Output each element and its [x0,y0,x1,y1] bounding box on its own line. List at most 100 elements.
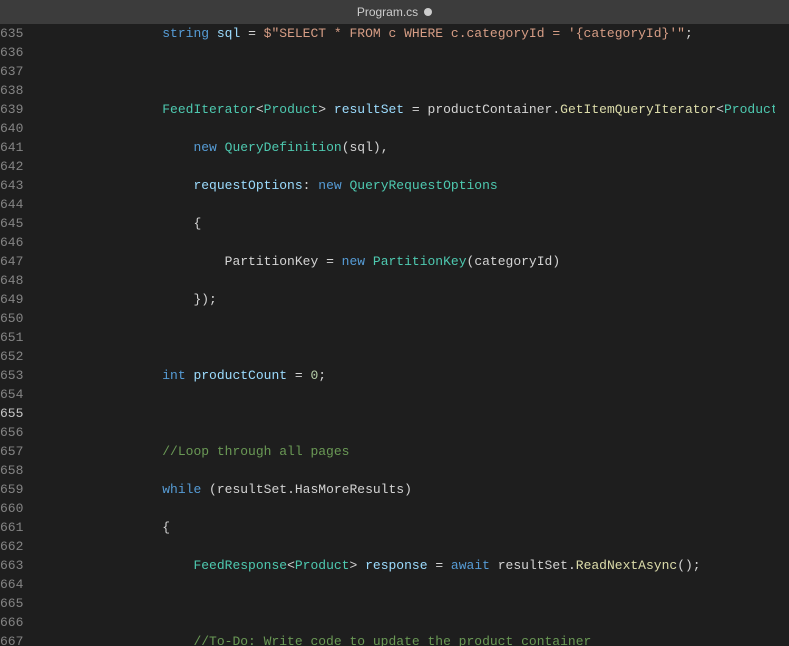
token-punc: > [349,558,365,573]
token-type: QueryDefinition [225,140,342,155]
line-number: 636 [0,43,23,62]
token-type: FeedResponse [193,558,287,573]
line-number: 657 [0,442,23,461]
editor[interactable]: 6356366376386396406416426436446456466476… [0,24,789,646]
code-line[interactable]: new QueryDefinition(sql), [37,138,789,157]
line-number: 650 [0,309,23,328]
vertical-scrollbar[interactable] [775,24,789,646]
line-number: 660 [0,499,23,518]
line-number: 644 [0,195,23,214]
token-punc: = [318,254,341,269]
code-line[interactable]: { [37,518,789,537]
line-number: 652 [0,347,23,366]
token-var: response [365,558,427,573]
code-line[interactable]: FeedIterator<Product> resultSet = produc… [37,100,789,119]
token-punc: ; [318,368,326,383]
line-number: 637 [0,62,23,81]
token-var: requestOptions [193,178,302,193]
code-line[interactable]: FeedResponse<Product> response = await r… [37,556,789,575]
token-punc: (); [677,558,700,573]
token-type: FeedIterator [162,102,256,117]
line-number: 654 [0,385,23,404]
code-line[interactable]: //To-Do: Write code to update the produc… [37,632,789,646]
code-line[interactable]: { [37,214,789,233]
line-number: 649 [0,290,23,309]
token-punc: = [428,558,451,573]
line-number: 653 [0,366,23,385]
token-punc: < [287,558,295,573]
token-prop: PartitionKey [225,254,319,269]
code-line[interactable]: //Loop through all pages [37,442,789,461]
token-var: sql [217,26,240,41]
line-number: 647 [0,252,23,271]
token-punc: (categoryId) [467,254,561,269]
token-kw: new [193,140,216,155]
token-punc: < [716,102,724,117]
token-punc: { [193,216,201,231]
line-number: 640 [0,119,23,138]
line-number: 659 [0,480,23,499]
token-punc: = [240,26,263,41]
code-line[interactable]: int productCount = 0; [37,366,789,385]
line-number: 648 [0,271,23,290]
tab-filename: Program.cs [357,5,418,19]
line-number: 658 [0,461,23,480]
token-cmt: //To-Do: Write code to update the produc… [193,634,591,646]
token-type: Product [724,102,779,117]
token-punc: { [162,520,170,535]
token-kw: while [162,482,201,497]
code-line[interactable]: requestOptions: new QueryRequestOptions [37,176,789,195]
token-punc: }); [193,292,216,307]
token-punc [209,26,217,41]
line-number: 641 [0,138,23,157]
title-bar: Program.cs [0,0,789,24]
line-number: 667 [0,632,23,646]
token-punc: (resultSet.HasMoreResults) [201,482,412,497]
token-type: Product [295,558,350,573]
line-number: 638 [0,81,23,100]
code-line[interactable]: }); [37,290,789,309]
dirty-indicator-icon [424,8,432,16]
token-punc: = [287,368,310,383]
token-fn: GetItemQueryIterator [560,102,716,117]
token-punc: = productContainer. [404,102,560,117]
active-tab[interactable]: Program.cs [357,5,432,19]
token-type: Product [264,102,319,117]
code-area[interactable]: string sql = $"SELECT * FROM c WHERE c.c… [37,24,789,646]
line-number: 656 [0,423,23,442]
token-punc: (sql), [342,140,389,155]
token-punc: ; [685,26,693,41]
line-number: 639 [0,100,23,119]
token-type: QueryRequestOptions [349,178,497,193]
line-number: 655 [0,404,23,423]
token-kw: await [451,558,490,573]
token-punc [217,140,225,155]
token-punc: < [256,102,264,117]
line-number: 664 [0,575,23,594]
token-str: $"SELECT * FROM c WHERE c.categoryId = '… [264,26,685,41]
code-line[interactable]: while (resultSet.HasMoreResults) [37,480,789,499]
line-number: 645 [0,214,23,233]
token-kw: int [162,368,185,383]
token-fn: ReadNextAsync [576,558,677,573]
token-cmt: //Loop through all pages [162,444,349,459]
code-line[interactable] [37,594,789,613]
line-number-gutter: 6356366376386396406416426436446456466476… [0,24,37,646]
code-line[interactable]: string sql = $"SELECT * FROM c WHERE c.c… [37,24,789,43]
token-var: resultSet [334,102,404,117]
line-number: 662 [0,537,23,556]
line-number: 651 [0,328,23,347]
token-punc: : [303,178,319,193]
line-number: 642 [0,157,23,176]
line-number: 643 [0,176,23,195]
token-punc [365,254,373,269]
token-kw: new [342,254,365,269]
line-number: 666 [0,613,23,632]
token-kw: string [162,26,209,41]
line-number: 646 [0,233,23,252]
line-number: 665 [0,594,23,613]
code-line[interactable] [37,404,789,423]
code-line[interactable] [37,62,789,81]
code-line[interactable]: PartitionKey = new PartitionKey(category… [37,252,789,271]
code-line[interactable] [37,328,789,347]
